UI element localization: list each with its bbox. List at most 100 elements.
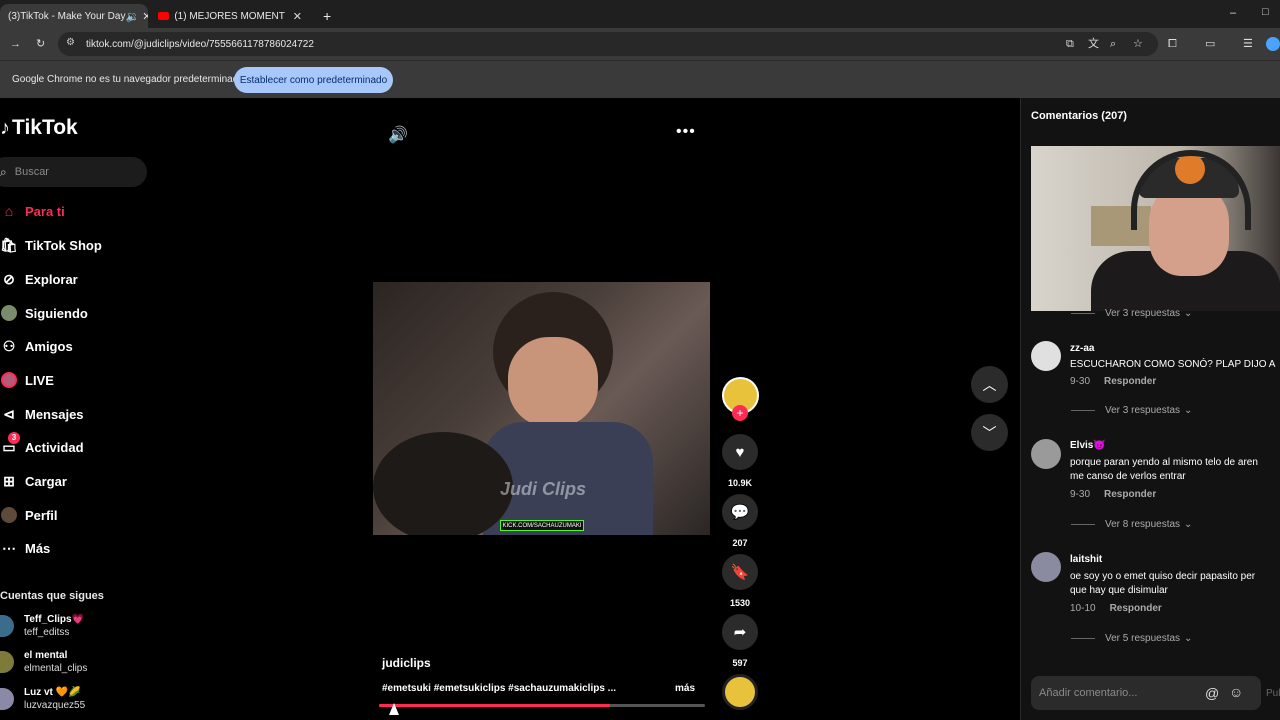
nav-actividad[interactable]: ▭ 3 Actividad [0, 432, 84, 461]
view-replies-button[interactable]: Ver 3 respuestas ⌄ [1071, 405, 1192, 416]
reply-button[interactable]: Responder [1104, 376, 1156, 387]
comment-meta: 9-30 Responder [1070, 489, 1156, 500]
browser-tab-tiktok[interactable]: (3)TikTok - Make Your Day 🔉 ✕ [0, 4, 148, 28]
reload-icon[interactable]: ↻ [36, 36, 45, 52]
commenter-avatar[interactable] [1031, 552, 1061, 582]
minimize-window-button[interactable]: – [1230, 7, 1236, 19]
comment-text: oe soy yo o emet quiso decir papasito pe… [1070, 571, 1256, 596]
nav-cargar[interactable]: ⊞ Cargar [0, 467, 67, 495]
comment-username[interactable]: zz-aa [1070, 343, 1094, 354]
video-author[interactable]: judiclips [382, 656, 431, 670]
menu-icon[interactable]: ☰ [1243, 36, 1253, 52]
nav-label: Para ti [25, 203, 65, 219]
nav-mensajes[interactable]: ⊲ Mensajes [0, 400, 84, 428]
search-input[interactable]: ⌕ Buscar [0, 157, 147, 187]
nav-para-ti[interactable]: ⌂ Para ti [0, 197, 65, 225]
sidepanel-icon[interactable]: ▭ [1205, 36, 1215, 52]
new-tab-button[interactable]: + [315, 4, 339, 28]
video-progress-bar[interactable] [379, 704, 705, 707]
volume-icon[interactable]: 🔊 [388, 125, 408, 145]
sound-avatar[interactable] [722, 674, 758, 710]
nav-live[interactable]: LIVE [0, 366, 54, 394]
like-action[interactable]: ♥ 10.9K [722, 434, 758, 488]
maximize-window-button[interactable]: □ [1262, 6, 1269, 18]
nav-mas[interactable]: ⋯ Más [0, 534, 50, 562]
comment-placeholder: Añadir comentario... [1039, 687, 1138, 699]
commenter-avatar[interactable] [1031, 439, 1061, 469]
save-action[interactable]: 🔖 1530 [722, 554, 758, 608]
comment-action[interactable]: 💬 207 [722, 494, 758, 548]
view-replies-button[interactable]: Ver 5 respuestas ⌄ [1071, 633, 1192, 644]
post-comment-button[interactable]: Pub [1266, 688, 1280, 699]
next-video-button[interactable]: ﹀ [971, 414, 1008, 451]
nav-tiktok-shop[interactable]: 🛍 TikTok Shop [0, 231, 102, 259]
divider-line [1071, 410, 1095, 411]
followed-account[interactable]: Teff_Clips💗 teff_editss [0, 611, 84, 641]
share-icon[interactable]: ➦ [722, 614, 758, 650]
comment-date: 10-10 [1070, 603, 1096, 614]
nav-label: Mensajes [25, 406, 84, 422]
chevron-down-icon: ⌄ [1184, 633, 1193, 644]
browser-tab-youtube[interactable]: (1) MEJORES MOMENTOS TARI ✕ [150, 4, 310, 28]
heart-icon[interactable]: ♥ [722, 434, 758, 470]
inbox-icon: ▭ 3 [0, 432, 20, 456]
search-placeholder: Buscar [14, 166, 49, 178]
comments-panel: Comentarios (207) Ver 3 respuestas ⌄ zz-… [1020, 98, 1280, 720]
comment-count: 207 [732, 538, 748, 548]
reply-button[interactable]: Responder [1110, 603, 1162, 614]
view-replies-button[interactable]: Ver 8 respuestas ⌄ [1071, 519, 1192, 530]
following-accounts-title: Cuentas que sigues [0, 590, 104, 602]
logo-text: TikTok [12, 116, 78, 139]
translate-icon[interactable]: 文 [1088, 36, 1099, 52]
caption-more-link[interactable]: más [675, 683, 695, 694]
bookmark-star-icon[interactable]: ☆ [1133, 36, 1143, 52]
follow-plus-icon[interactable]: + [732, 405, 748, 421]
following-avatar-icon [0, 304, 18, 322]
reply-button[interactable]: Responder [1104, 489, 1156, 500]
infobar-message: Google Chrome no es tu navegador predete… [12, 74, 244, 85]
forward-icon[interactable]: → [10, 36, 21, 52]
previous-video-button[interactable]: ︿ [971, 366, 1008, 403]
nav-label: Cargar [25, 473, 67, 489]
video-caption[interactable]: #emetsuki #emetsukiclips #sachauzumakicl… [382, 683, 616, 694]
profile-icon[interactable] [1266, 37, 1280, 51]
replies-label: Ver 5 respuestas [1105, 633, 1181, 644]
default-browser-infobar: Google Chrome no es tu navegador predete… [0, 60, 1280, 98]
comment-username[interactable]: Elvis😈 [1070, 440, 1106, 451]
close-tab-icon[interactable]: 🔉 ✕ [125, 10, 148, 23]
share-action[interactable]: ➦ 597 [722, 614, 758, 668]
mention-icon[interactable]: @ [1205, 685, 1219, 701]
nav-siguiendo[interactable]: Siguiendo [0, 299, 88, 327]
nav-perfil[interactable]: Perfil [0, 501, 58, 529]
comments-title: Comentarios (207) [1031, 110, 1127, 122]
add-comment-input[interactable]: Añadir comentario... @ ☺ [1031, 676, 1261, 710]
commenter-avatar[interactable] [1031, 341, 1061, 371]
send-icon: ⊲ [3, 405, 15, 422]
extensions-icon[interactable]: ⧠ [1168, 36, 1177, 52]
cast-icon[interactable]: ⧉ [1066, 36, 1074, 52]
nav-label: Siguiendo [25, 305, 88, 321]
comment-icon[interactable]: 💬 [722, 494, 758, 530]
nav-amigos[interactable]: ⚇ Amigos [0, 332, 73, 360]
account-avatar [0, 688, 14, 710]
address-bar[interactable]: ⚙ tiktok.com/@judiclips/video/7555661178… [58, 32, 1158, 56]
video-watermark: Judi Clips [500, 479, 587, 499]
video-player[interactable]: Judi Clips KICK.COM/SACHAUZUMAKI [373, 282, 710, 535]
nav-explorar[interactable]: ⊘ Explorar [0, 265, 78, 293]
replies-label: Ver 8 respuestas [1105, 519, 1181, 530]
account-handle: elmental_clips [24, 663, 88, 674]
set-default-button[interactable]: Establecer como predeterminado [234, 67, 393, 93]
bookmark-icon[interactable]: 🔖 [722, 554, 758, 590]
zoom-icon[interactable]: ⌕ [1110, 36, 1116, 52]
close-tab-icon[interactable]: ✕ [293, 10, 302, 23]
emoji-icon[interactable]: ☺ [1229, 684, 1243, 700]
view-replies-button[interactable]: Ver 3 respuestas ⌄ [1071, 308, 1192, 319]
tiktok-logo[interactable]: ♪ TikTok [0, 116, 78, 140]
site-info-icon[interactable]: ⚙ [66, 37, 75, 48]
shop-icon: 🛍 [0, 236, 18, 253]
followed-account[interactable]: Luz vt 🧡🌽 luzvazquez55 [0, 684, 85, 714]
comment-username[interactable]: laitshit [1070, 554, 1102, 565]
followed-account[interactable]: el mental elmental_clips [0, 647, 87, 677]
more-options-icon[interactable]: ••• [676, 123, 696, 141]
divider-line [1071, 524, 1095, 525]
